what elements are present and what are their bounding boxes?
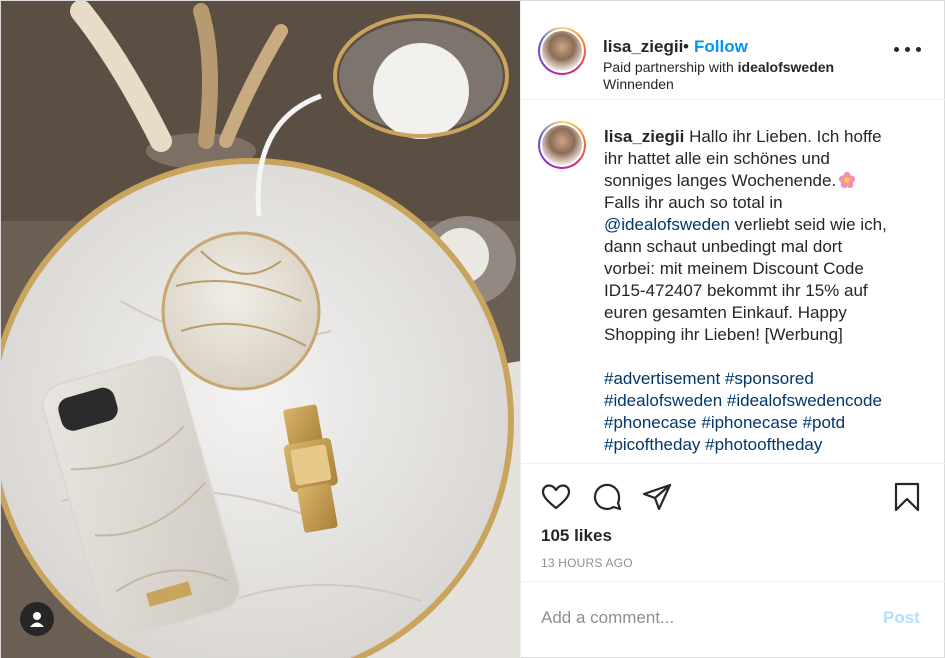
caption-area: lisa_ziegii Hallo ihr Lieben. Ich hoffe … <box>521 101 945 463</box>
flower-emoji-icon <box>839 171 856 189</box>
user-tag-icon <box>30 612 44 627</box>
post-header: lisa_ziegii • Follow Paid partnership wi… <box>521 1 945 100</box>
heart-icon[interactable] <box>540 481 572 513</box>
post-timestamp[interactable]: 13 HOURS AGO <box>541 556 633 570</box>
post-actions: 105 likes 13 HOURS AGO <box>521 463 945 581</box>
location-link[interactable]: Winnenden <box>603 76 674 92</box>
post-comment-button[interactable]: Post <box>883 608 920 628</box>
post-photo[interactable] <box>1 1 520 658</box>
comment-input[interactable] <box>541 606 871 630</box>
hashtag-link[interactable]: #idealofsweden <box>604 391 722 410</box>
more-options-button[interactable] <box>893 39 923 59</box>
comment-icon[interactable] <box>591 481 623 513</box>
caption-text: lisa_ziegii Hallo ihr Lieben. Ich hoffe … <box>604 126 904 456</box>
hashtag-link[interactable]: #advertisement <box>604 369 720 388</box>
bookmark-icon[interactable] <box>891 481 923 513</box>
hashtag-link[interactable]: #sponsored <box>725 369 814 388</box>
hashtag-link[interactable]: #potd <box>803 413 846 432</box>
hashtag-line: #idealofsweden #idealofswedencode <box>604 390 904 412</box>
paid-partnership-label: Paid partnership with idealofsweden <box>603 59 834 75</box>
instagram-post: lisa_ziegii • Follow Paid partnership wi… <box>0 0 945 658</box>
more-options-icon <box>894 47 899 52</box>
hashtag-link[interactable]: #picoftheday <box>604 435 700 454</box>
partnership-prefix: Paid partnership with <box>603 59 734 75</box>
partner-mention-link[interactable]: @idealofsweden <box>604 215 730 234</box>
partner-link[interactable]: idealofsweden <box>738 59 834 75</box>
photo-illustration <box>1 1 520 658</box>
hashtag-link[interactable]: #phonecase <box>604 413 697 432</box>
tagged-users-button[interactable] <box>20 602 54 636</box>
caption-username[interactable]: lisa_ziegii <box>604 127 684 146</box>
share-icon[interactable] <box>641 481 673 513</box>
hashtag-link[interactable]: #photooftheday <box>705 435 822 454</box>
comment-box: Post <box>521 581 945 658</box>
author-username[interactable]: lisa_ziegii <box>603 37 683 57</box>
hashtag-line: #phonecase #iphonecase #potd <box>604 412 904 434</box>
author-avatar[interactable] <box>538 27 586 75</box>
separator-dot: • <box>683 37 689 56</box>
hashtag-link[interactable]: #idealofswedencode <box>727 391 882 410</box>
caption-avatar[interactable] <box>538 121 586 169</box>
hashtag-line: #picoftheday #photooftheday <box>604 434 904 456</box>
likes-count[interactable]: 105 likes <box>541 526 612 546</box>
post-sidebar: lisa_ziegii • Follow Paid partnership wi… <box>520 1 945 658</box>
hashtag-link[interactable]: #iphonecase <box>701 413 797 432</box>
follow-button[interactable]: Follow <box>694 37 748 57</box>
hashtag-line: #advertisement #sponsored <box>604 368 904 390</box>
